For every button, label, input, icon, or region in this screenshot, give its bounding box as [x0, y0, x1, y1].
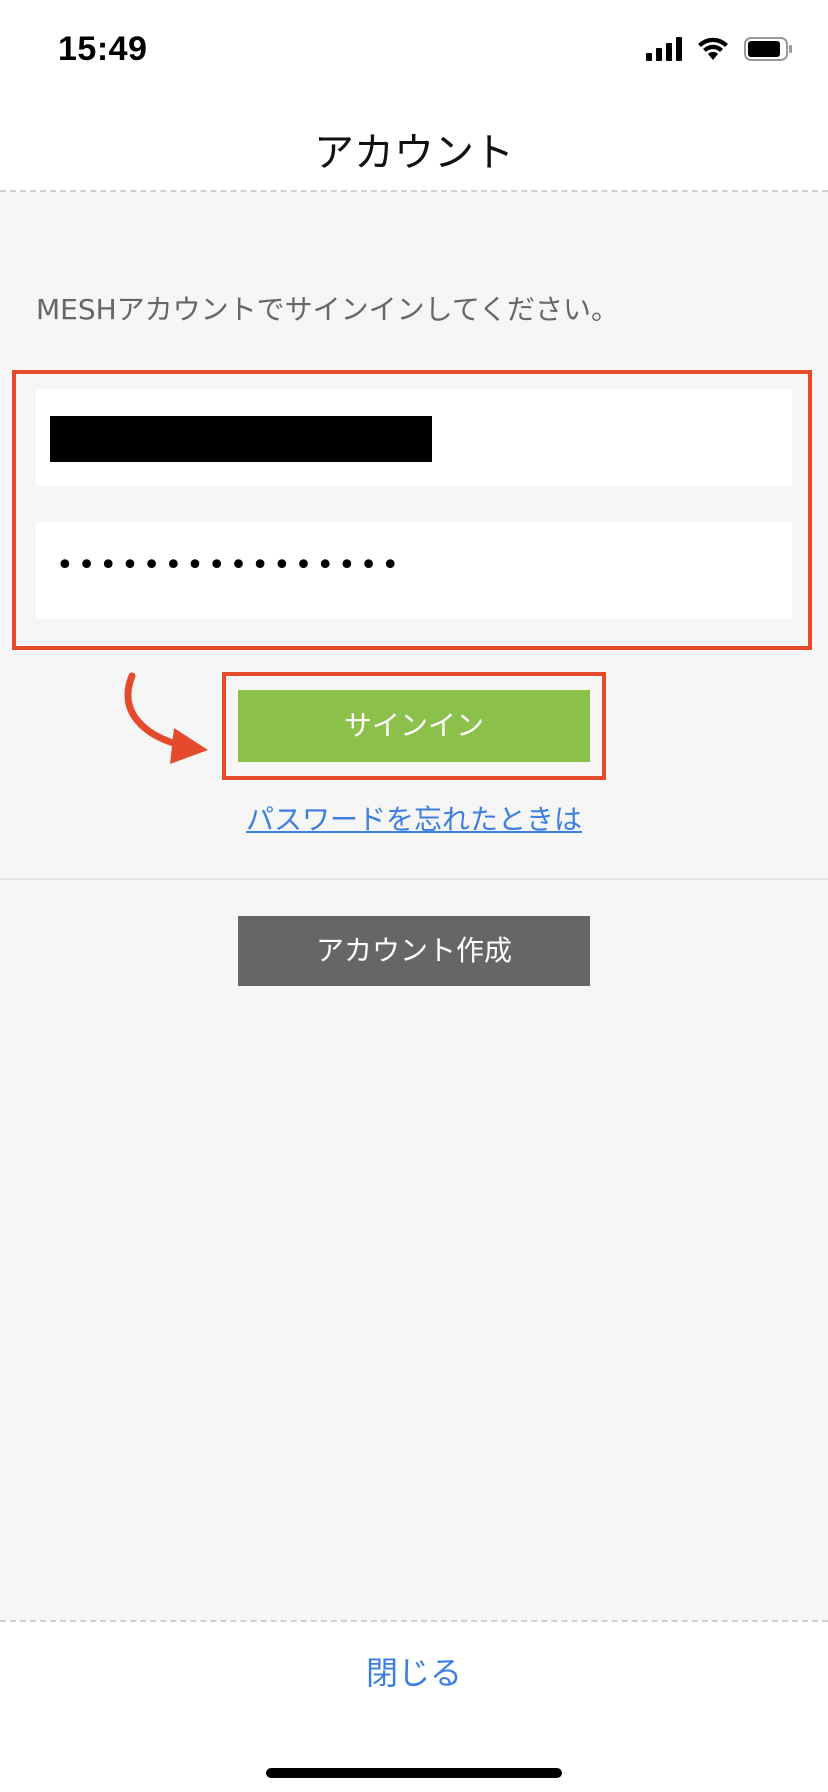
arrow-icon — [124, 672, 208, 764]
redacted-email-value — [50, 416, 432, 462]
signin-button[interactable]: サインイン — [238, 690, 590, 762]
battery-icon — [744, 36, 794, 62]
page-title: アカウント — [314, 130, 514, 176]
account-content: MESHアカウントでサインインしてください。 •••••••••••••••• … — [0, 192, 828, 1620]
password-field[interactable]: •••••••••••••••• — [36, 522, 792, 618]
nav-bar: アカウント — [0, 96, 828, 192]
password-value: •••••••••••••••• — [56, 548, 404, 583]
email-field[interactable] — [36, 390, 792, 486]
create-account-button[interactable]: アカウント作成 — [238, 916, 590, 986]
signal-icon — [646, 37, 682, 61]
status-time: 15:49 — [58, 30, 148, 68]
section-divider — [0, 878, 828, 880]
forgot-password-link[interactable]: パスワードを忘れたときは — [0, 798, 828, 838]
status-bar: 15:49 — [0, 0, 828, 96]
close-button[interactable]: 閉じる — [0, 1648, 828, 1694]
wifi-icon — [696, 36, 730, 62]
home-indicator[interactable] — [266, 1768, 562, 1778]
signin-instruction: MESHアカウントでサインインしてください。 — [36, 293, 619, 326]
bottom-bar: 閉じる — [0, 1620, 828, 1792]
status-icons — [646, 36, 794, 62]
